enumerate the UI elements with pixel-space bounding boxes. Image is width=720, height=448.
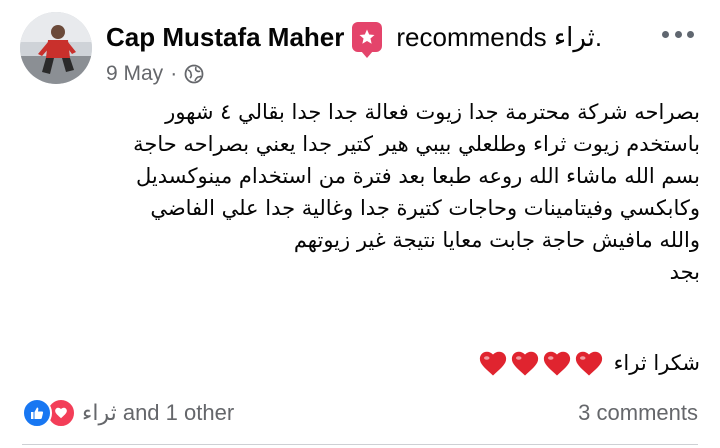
heart-emoji-icon <box>479 351 506 376</box>
post-text-line: بصراحه شركة محترمة جدا زيوت فعالة جدا جد… <box>165 100 700 124</box>
comments-count[interactable]: 3 comments <box>578 398 698 428</box>
post-body: بصراحه شركة محترمة جدا زيوت فعالة جدا جد… <box>20 96 700 382</box>
hearts-row <box>478 349 604 377</box>
globe-icon[interactable] <box>184 64 204 84</box>
heart-icon <box>55 407 67 419</box>
recommends-text: recommends ثراء. <box>396 21 603 52</box>
heart-emoji-icon <box>511 351 538 376</box>
thanks-text: شكرا ثراء <box>613 351 700 375</box>
avatar-photo <box>20 12 92 84</box>
post-date[interactable]: 9 May <box>106 62 163 86</box>
reactions-summary[interactable]: ثراء and 1 other <box>22 398 234 428</box>
thanks-line: شكرا ثراء <box>20 344 700 382</box>
post-text-line: بجد <box>669 260 700 284</box>
heart-emoji-icon <box>543 351 570 376</box>
post-text-line: باستخدم زيوت ثراء وطلعلي بيبي هير كتير ج… <box>133 132 700 156</box>
post-text-line: بسم الله ماشاء الله روعه طبعا بعد فترة م… <box>135 164 700 188</box>
recommendation-post: Cap Mustafa Maher recommends ثراء. 9 May… <box>0 0 720 448</box>
post-text-line: وكابكسي وفيتامينات وحاجات كتيرة جدا وغال… <box>150 196 700 220</box>
thumbs-up-icon <box>31 407 44 419</box>
author-avatar[interactable] <box>20 12 92 84</box>
reactions-text[interactable]: ثراء and 1 other <box>82 400 234 426</box>
recommendation-badge-icon <box>352 22 383 58</box>
footer-divider <box>22 444 698 445</box>
post-header: Cap Mustafa Maher recommends ثراء. <box>106 19 603 58</box>
post-meta: 9 May · <box>106 60 204 88</box>
author-name[interactable]: Cap Mustafa Maher <box>106 22 344 53</box>
like-reaction-icon <box>22 398 52 428</box>
meta-separator: · <box>170 62 178 85</box>
heart-emoji-icon <box>575 351 602 376</box>
more-options-icon[interactable] <box>662 28 694 40</box>
star-icon <box>359 29 375 44</box>
post-text-line: والله مافيش حاجة جابت معايا نتيجة غير زي… <box>293 228 700 252</box>
